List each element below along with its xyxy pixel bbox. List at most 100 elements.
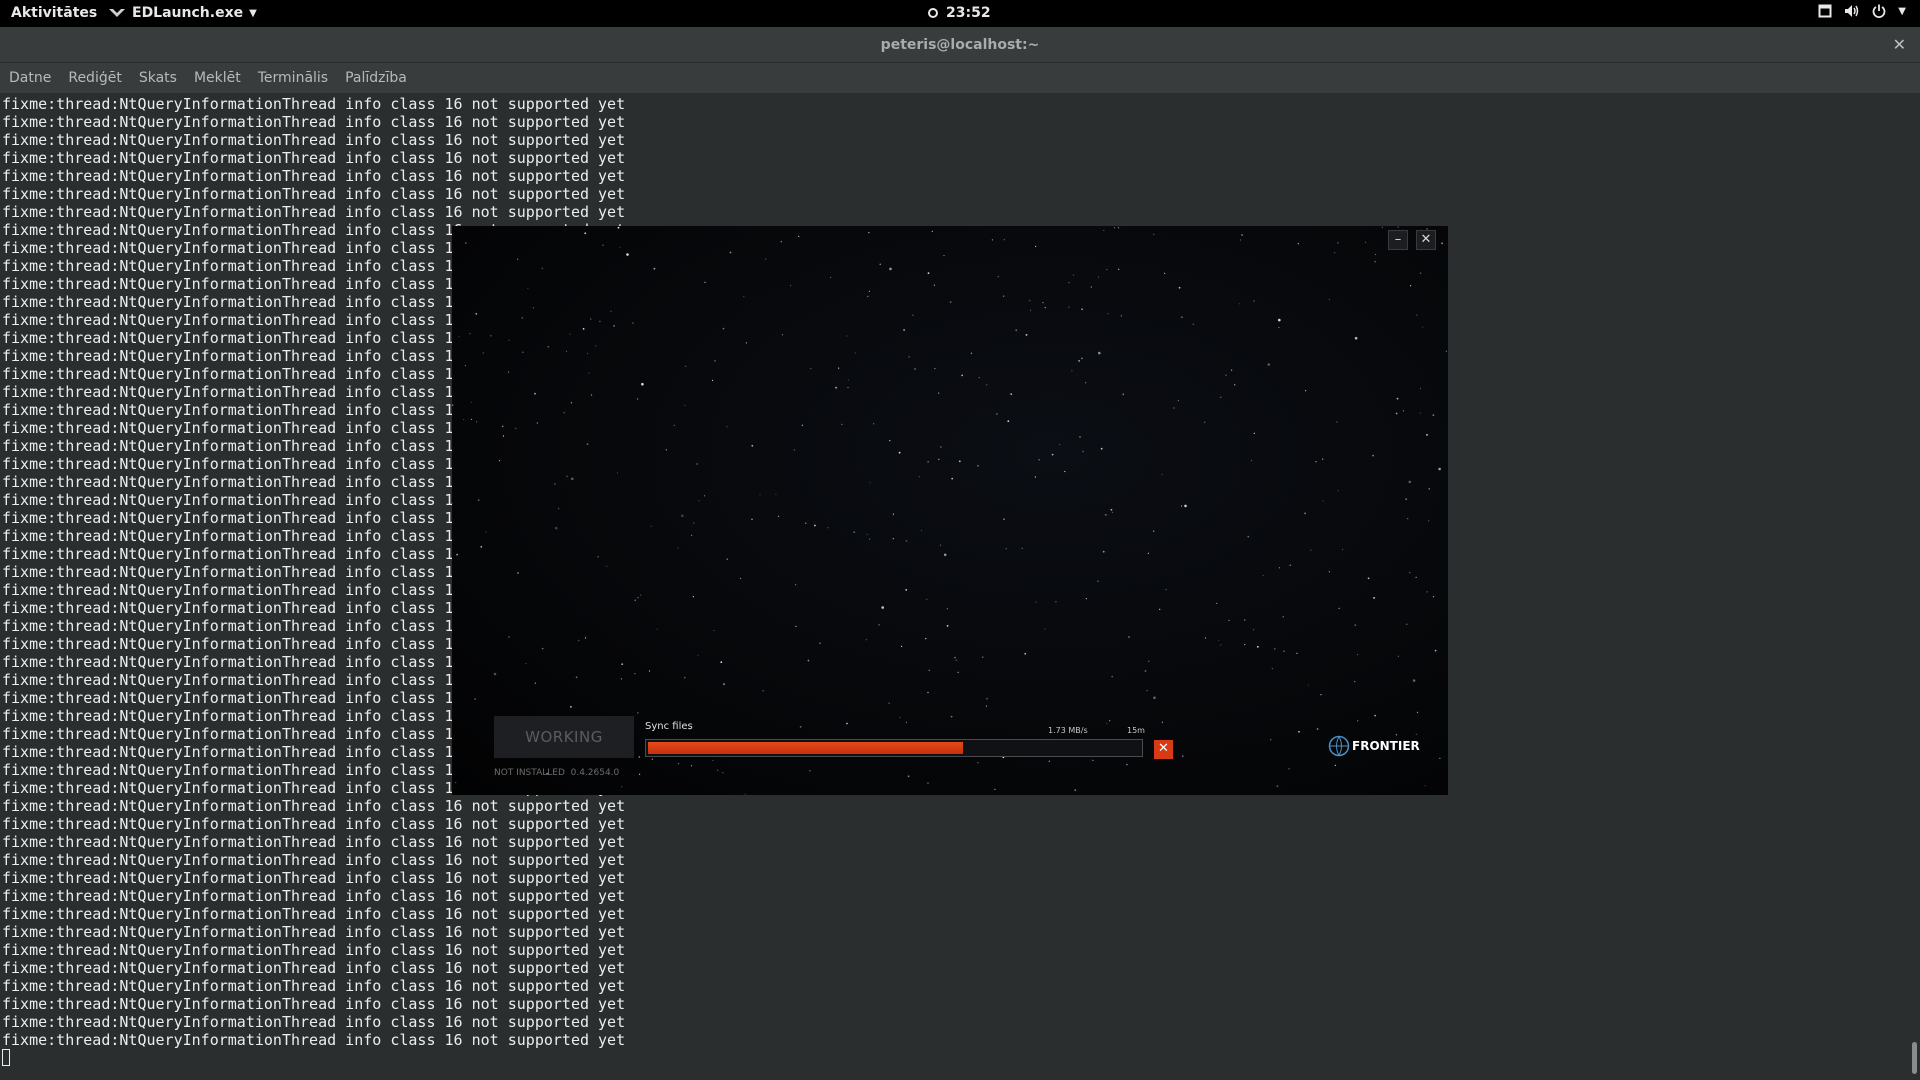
star — [619, 246, 621, 248]
star — [597, 556, 599, 558]
star — [470, 401, 472, 403]
star — [949, 301, 952, 303]
star — [1038, 459, 1040, 461]
star — [1402, 410, 1404, 412]
terminal-titlebar[interactable]: peteris@localhost:~ ✕ — [0, 27, 1920, 63]
star — [925, 638, 927, 640]
brand-name: FRONTIER — [1352, 739, 1420, 753]
star — [1184, 504, 1187, 508]
star — [1278, 318, 1281, 322]
status-area[interactable]: ▼ — [1818, 4, 1906, 18]
star — [961, 374, 964, 377]
frontier-logo: FRONTIER — [1328, 735, 1420, 757]
star — [888, 702, 890, 704]
star — [1048, 760, 1050, 762]
star — [532, 307, 534, 309]
menu-terminalis[interactable]: Terminālis — [258, 70, 328, 86]
app-menu[interactable]: EDLaunch.exe ▼ — [108, 5, 257, 21]
star — [1097, 580, 1099, 583]
star — [595, 345, 597, 347]
star — [1304, 512, 1306, 515]
star — [1271, 667, 1273, 670]
star — [819, 642, 821, 644]
star — [1103, 229, 1105, 231]
star — [502, 435, 505, 437]
minimize-button[interactable]: – — [1388, 230, 1408, 250]
star — [653, 267, 656, 270]
cancel-download-button[interactable]: ✕ — [1154, 740, 1173, 759]
star — [781, 334, 784, 336]
star — [620, 678, 622, 680]
star — [1415, 576, 1417, 578]
star — [616, 472, 619, 474]
star — [626, 253, 629, 256]
star — [866, 533, 868, 535]
star — [677, 763, 680, 765]
starfield-background — [452, 226, 1447, 795]
star — [1422, 326, 1424, 328]
star — [566, 475, 568, 477]
star — [1253, 300, 1255, 302]
activities-button[interactable]: Aktivitātes — [11, 5, 97, 21]
terminal-line: fixme:thread:NtQueryInformationThread in… — [2, 131, 626, 149]
star — [1204, 421, 1206, 423]
star — [1288, 768, 1290, 770]
version-number: 0.4.2654.0 — [570, 768, 620, 778]
time-remaining: 15m — [1127, 726, 1145, 735]
star — [1410, 285, 1412, 287]
star — [522, 351, 524, 353]
progress-bar — [645, 739, 1143, 757]
menu-skats[interactable]: Skats — [139, 70, 177, 86]
star — [1148, 660, 1150, 662]
star — [805, 522, 807, 524]
terminal-line: fixme:thread:NtQueryInformationThread in… — [2, 887, 626, 905]
scrollbar-thumb[interactable] — [1912, 1042, 1917, 1074]
menu-meklet[interactable]: Meklēt — [194, 70, 241, 86]
terminal-line: fixme:thread:NtQueryInformationThread in… — [2, 113, 626, 131]
clock[interactable]: 23:52 — [928, 5, 991, 21]
star — [1092, 759, 1094, 762]
star — [943, 553, 947, 557]
close-icon[interactable]: ✕ — [1893, 27, 1906, 63]
star — [1113, 227, 1116, 229]
star — [905, 721, 907, 723]
star — [640, 594, 642, 596]
working-button[interactable]: WORKING — [494, 716, 634, 758]
star — [1334, 764, 1336, 767]
menu-palidziba[interactable]: Palīdzība — [345, 70, 407, 86]
star — [1107, 313, 1109, 315]
star — [1111, 511, 1114, 513]
star — [1192, 323, 1195, 326]
terminal-scrollbar[interactable] — [1906, 93, 1920, 1080]
star — [584, 637, 587, 639]
star — [982, 656, 984, 658]
terminal-line: fixme:thread:NtQueryInformationThread in… — [2, 815, 626, 833]
star — [606, 565, 608, 567]
terminal-line: fixme:thread:NtQueryInformationThread in… — [2, 995, 626, 1013]
menu-rediget[interactable]: Rediģēt — [68, 70, 121, 86]
star — [1153, 233, 1155, 235]
star — [1253, 432, 1255, 434]
star — [1354, 336, 1358, 340]
terminal-line: fixme:thread:NtQueryInformationThread in… — [2, 95, 626, 113]
star — [639, 773, 641, 775]
star — [480, 545, 483, 548]
star — [1159, 608, 1161, 610]
star — [1035, 601, 1037, 603]
star — [1117, 227, 1120, 229]
star — [1320, 694, 1322, 696]
star — [1354, 624, 1357, 627]
menu-datne[interactable]: Datne — [9, 70, 51, 86]
star — [1419, 387, 1422, 390]
star — [1412, 679, 1416, 682]
star — [1164, 272, 1166, 274]
star — [835, 386, 837, 389]
star — [1250, 459, 1252, 462]
star — [1064, 470, 1066, 473]
launcher-close-button[interactable]: ✕ — [1416, 230, 1436, 250]
star — [743, 295, 745, 297]
star — [946, 625, 949, 627]
star — [1147, 552, 1149, 554]
star — [1274, 648, 1276, 650]
window-icon — [1818, 4, 1832, 18]
